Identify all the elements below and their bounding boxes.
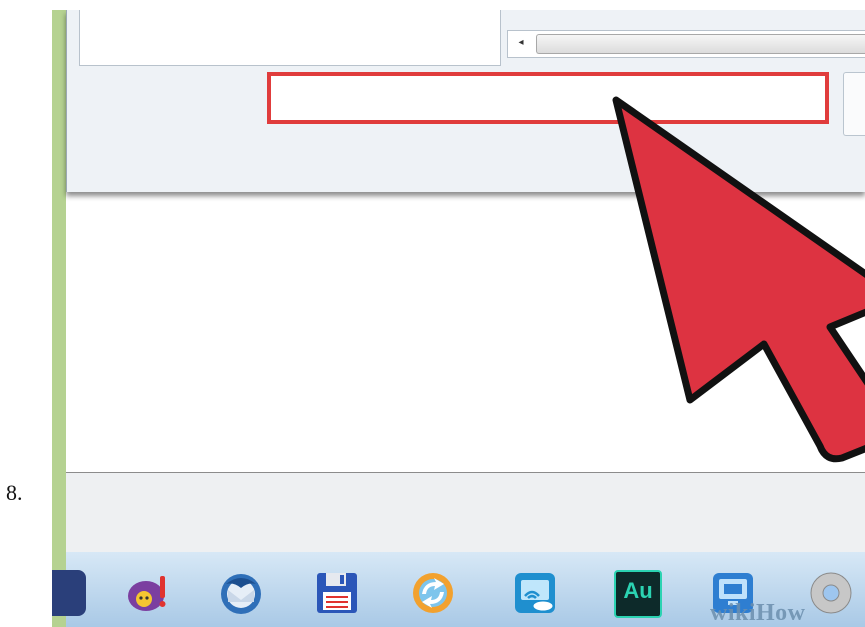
list-pane[interactable] bbox=[79, 10, 501, 66]
audition-label: Au bbox=[623, 578, 653, 603]
intel-wireless-display-icon[interactable] bbox=[512, 570, 558, 616]
save-disk-icon[interactable] bbox=[314, 570, 360, 616]
scroll-left-arrow-icon[interactable]: ◂ bbox=[512, 34, 530, 52]
screenshot-frame: ◂ Au bbox=[52, 10, 865, 627]
step-number: 8. bbox=[6, 480, 23, 505]
scrollbar-thumb[interactable] bbox=[536, 34, 865, 54]
horizontal-scrollbar[interactable]: ◂ bbox=[507, 30, 865, 58]
chrome-icon[interactable] bbox=[808, 570, 854, 616]
adobe-audition-icon[interactable]: Au bbox=[614, 570, 662, 618]
desktop-screen: ◂ Au bbox=[52, 10, 865, 627]
refresh-icon[interactable] bbox=[410, 570, 456, 616]
status-bar bbox=[66, 472, 865, 554]
thunderbird-icon[interactable] bbox=[218, 570, 264, 616]
wikihow-watermark: wikiHow bbox=[710, 600, 806, 626]
yahoo-messenger-icon[interactable] bbox=[124, 570, 170, 616]
partial-app-icon[interactable] bbox=[52, 570, 86, 616]
cursor-arrow-icon bbox=[606, 90, 865, 475]
